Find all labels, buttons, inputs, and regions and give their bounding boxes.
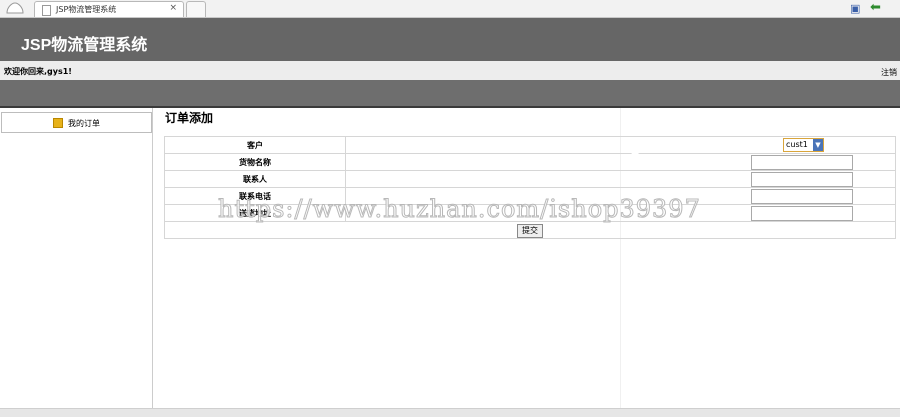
sidebar: 我的订单	[0, 108, 153, 408]
page-icon[interactable]: ▣	[850, 2, 860, 15]
nav-bar	[0, 80, 900, 108]
new-tab-button[interactable]	[186, 1, 206, 17]
address-input[interactable]	[751, 206, 853, 221]
app-header: JSP物流管理系统	[0, 18, 900, 61]
close-icon[interactable]: ×	[169, 3, 177, 13]
goods-name-label: 货物名称	[164, 153, 346, 171]
order-form: 客户 cust1 ▼ 货物名称 联系人 联系电话 送货地址 提交	[164, 136, 896, 239]
browser-tab-bar: JSP物流管理系统 × ▣ ⬅	[0, 0, 900, 18]
form-row-customer: 客户 cust1 ▼	[164, 136, 896, 154]
sidebar-item-label: 我的订单	[68, 119, 100, 128]
form-row-submit: 提交	[164, 221, 896, 239]
chevron-down-icon[interactable]: ▼	[813, 139, 823, 151]
back-arrow-icon[interactable]: ⬅	[870, 0, 881, 15]
watermark: https://www.huzhan.com/ishop39397	[218, 195, 701, 224]
sidebar-item-my-orders[interactable]: 我的订单	[1, 112, 152, 133]
logout-link[interactable]: 注销	[881, 67, 897, 78]
customer-label: 客户	[164, 136, 346, 154]
tab-title: JSP物流管理系统	[56, 5, 117, 14]
customer-select[interactable]: cust1 ▼	[783, 138, 824, 152]
contact-label: 联系人	[164, 170, 346, 188]
contact-input[interactable]	[751, 172, 853, 187]
submit-button[interactable]: 提交	[517, 223, 543, 238]
page-title: 订单添加	[165, 111, 214, 125]
browser-tab[interactable]: JSP物流管理系统 ×	[34, 1, 184, 17]
form-row-goods-name: 货物名称	[164, 153, 896, 171]
phone-input[interactable]	[751, 189, 853, 204]
document-icon	[42, 5, 51, 16]
goods-name-input[interactable]	[751, 155, 853, 170]
welcome-text: 欢迎你回来,gys1!	[4, 67, 72, 76]
app-title: JSP物流管理系统	[21, 37, 148, 54]
customer-select-value: cust1	[786, 140, 808, 149]
form-row-contact: 联系人	[164, 170, 896, 188]
arrow-right-icon	[53, 118, 63, 128]
home-icon[interactable]	[4, 1, 26, 15]
info-bar: 欢迎你回来,gys1! 注销	[0, 61, 900, 81]
